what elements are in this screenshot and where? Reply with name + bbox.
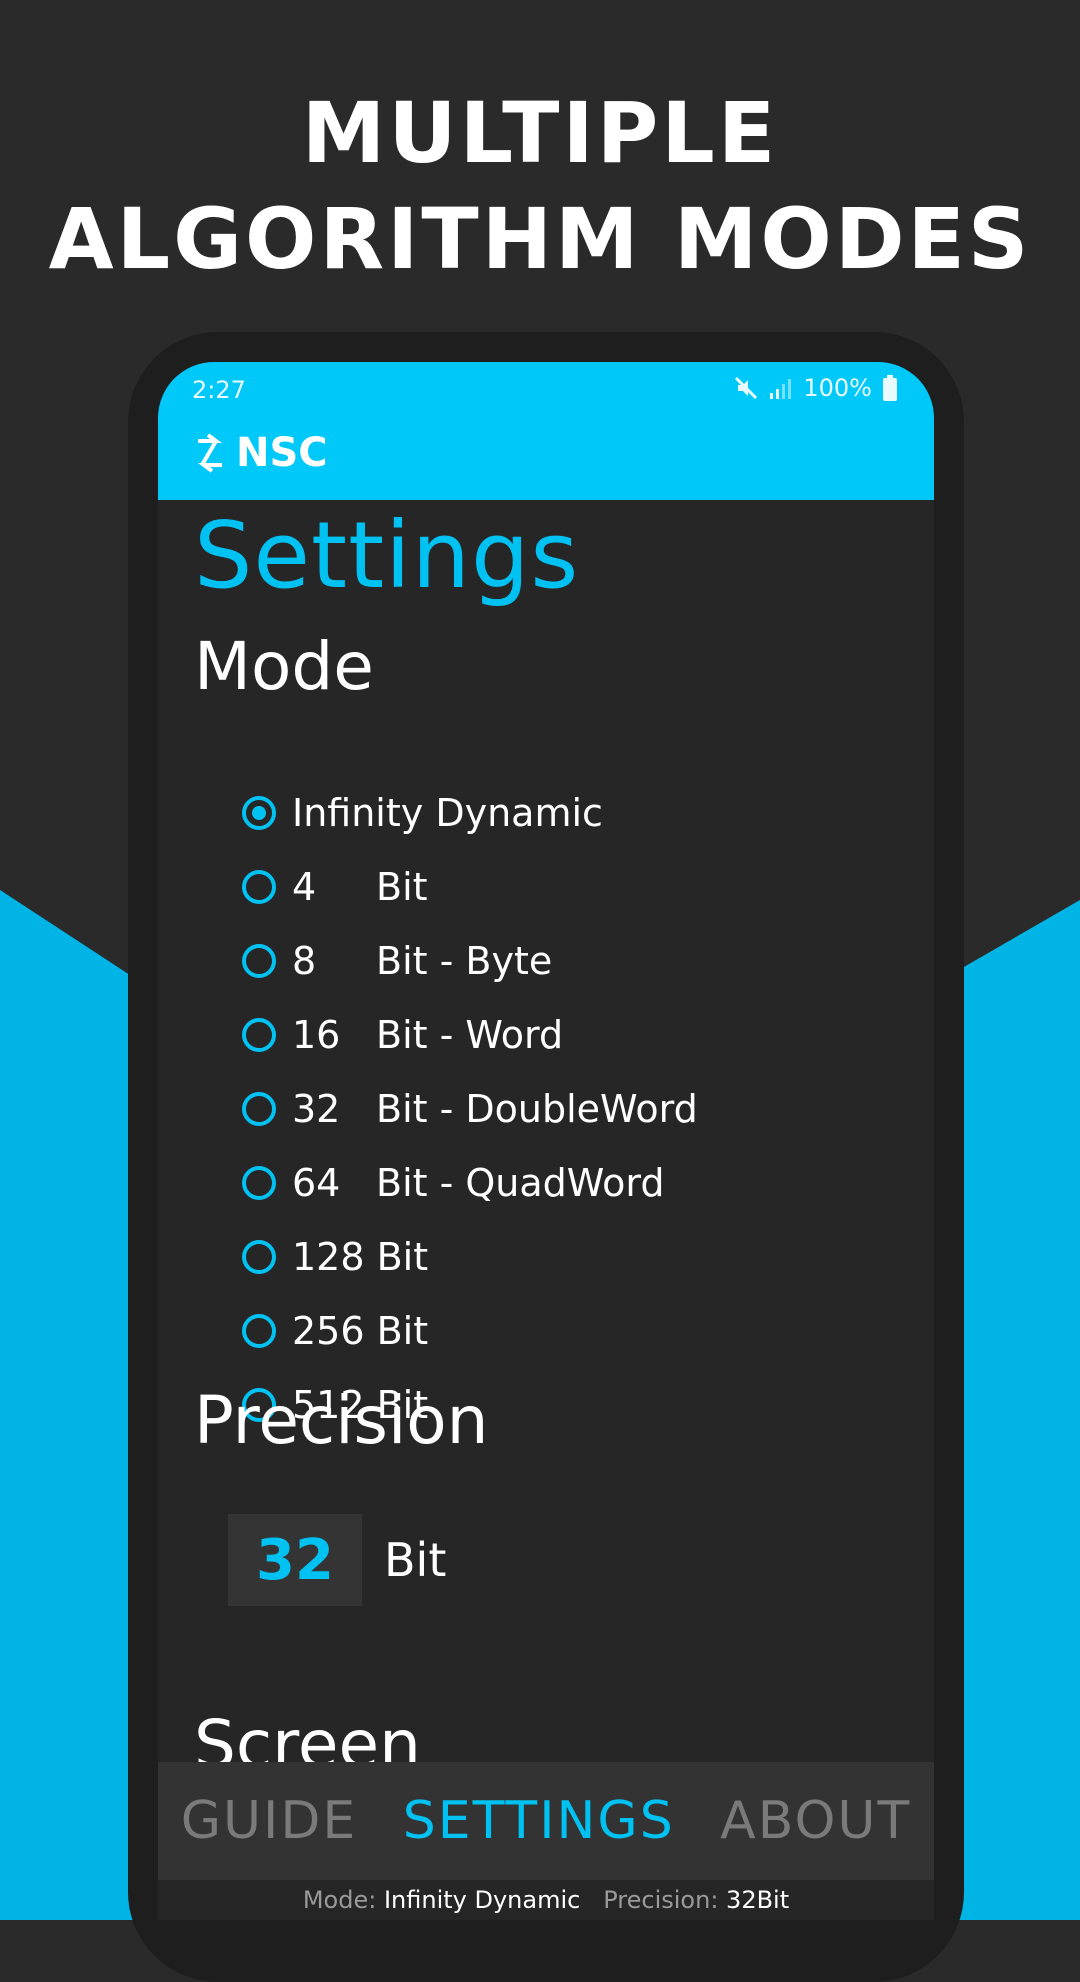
mode-option-number: 8 (292, 939, 317, 983)
mode-option-label: 256 Bit (292, 1309, 429, 1353)
app-brand: NSC (194, 430, 328, 476)
phone-screen: 2:27 100% NSC Settings Mode Infinity Dyn… (158, 362, 934, 1920)
status-precision-label: Precision: (603, 1886, 719, 1914)
page-title: Settings (194, 502, 580, 609)
swap-arrows-icon (194, 433, 226, 473)
mode-option-infinity-dynamic[interactable]: Infinity Dynamic (242, 776, 922, 850)
radio-unchecked-icon[interactable] (242, 944, 276, 978)
app-bar: 2:27 100% NSC (158, 362, 934, 500)
headline-line-1: MULTIPLE (301, 84, 779, 182)
mode-option-label: Bit - Byte (376, 939, 553, 983)
mute-icon (733, 375, 759, 401)
status-precision-value: 32Bit (726, 1886, 790, 1914)
mode-option-number: 32 (292, 1087, 341, 1131)
mode-option-number: 64 (292, 1161, 341, 1205)
mode-option-4-bit[interactable]: 4 Bit (242, 850, 922, 924)
status-icons: 100% (733, 374, 898, 402)
status-mode-value: Infinity Dynamic (383, 1886, 581, 1914)
radio-unchecked-icon[interactable] (242, 1314, 276, 1348)
bottom-tab-bar: GUIDE SETTINGS ABOUT (158, 1762, 934, 1880)
tab-guide[interactable]: GUIDE (181, 1791, 358, 1851)
radio-unchecked-icon[interactable] (242, 1018, 276, 1052)
tab-about[interactable]: ABOUT (720, 1791, 911, 1851)
mode-option-number: 16 (292, 1013, 341, 1057)
precision-value-input[interactable]: 32 (228, 1514, 362, 1606)
mode-option-label: Bit - Word (376, 1013, 564, 1057)
radio-unchecked-icon[interactable] (242, 1166, 276, 1200)
headline-line-2: ALGORITHM MODES (48, 190, 1032, 288)
status-time: 2:27 (192, 376, 246, 404)
promo-headline: MULTIPLE ALGORITHM MODES (0, 80, 1080, 292)
battery-percent: 100% (803, 374, 872, 402)
mode-option-label: 128 Bit (292, 1235, 429, 1279)
mode-option-64-bit[interactable]: 64 Bit - QuadWord (242, 1146, 922, 1220)
precision-heading: Precision (194, 1382, 489, 1459)
mode-heading: Mode (194, 628, 374, 705)
mode-status-line: Mode: Infinity Dynamic Precision: 32Bit (158, 1880, 934, 1920)
radio-unchecked-icon[interactable] (242, 1240, 276, 1274)
mode-option-label: Bit (376, 865, 428, 909)
app-name: NSC (236, 430, 328, 476)
mode-radio-group: Infinity Dynamic 4 Bit 8 Bit - Byte 16 B… (242, 776, 922, 1442)
mode-option-256-bit[interactable]: 256 Bit (242, 1294, 922, 1368)
precision-unit: Bit (384, 1533, 447, 1587)
mode-option-label: Infinity Dynamic (292, 791, 603, 835)
mode-option-16-bit[interactable]: 16 Bit - Word (242, 998, 922, 1072)
status-mode-label: Mode: (302, 1886, 377, 1914)
radio-unchecked-icon[interactable] (242, 870, 276, 904)
mode-option-128-bit[interactable]: 128 Bit (242, 1220, 922, 1294)
tab-settings[interactable]: SETTINGS (403, 1791, 675, 1851)
mode-option-number: 4 (292, 865, 317, 909)
signal-icon (769, 377, 793, 399)
mode-option-label: Bit - DoubleWord (376, 1087, 698, 1131)
mode-option-32-bit[interactable]: 32 Bit - DoubleWord (242, 1072, 922, 1146)
mode-option-label: Bit - QuadWord (376, 1161, 665, 1205)
radio-unchecked-icon[interactable] (242, 1092, 276, 1126)
precision-control: 32 Bit (228, 1514, 446, 1606)
battery-icon (882, 375, 898, 401)
radio-checked-icon[interactable] (242, 796, 276, 830)
mode-option-8-bit[interactable]: 8 Bit - Byte (242, 924, 922, 998)
